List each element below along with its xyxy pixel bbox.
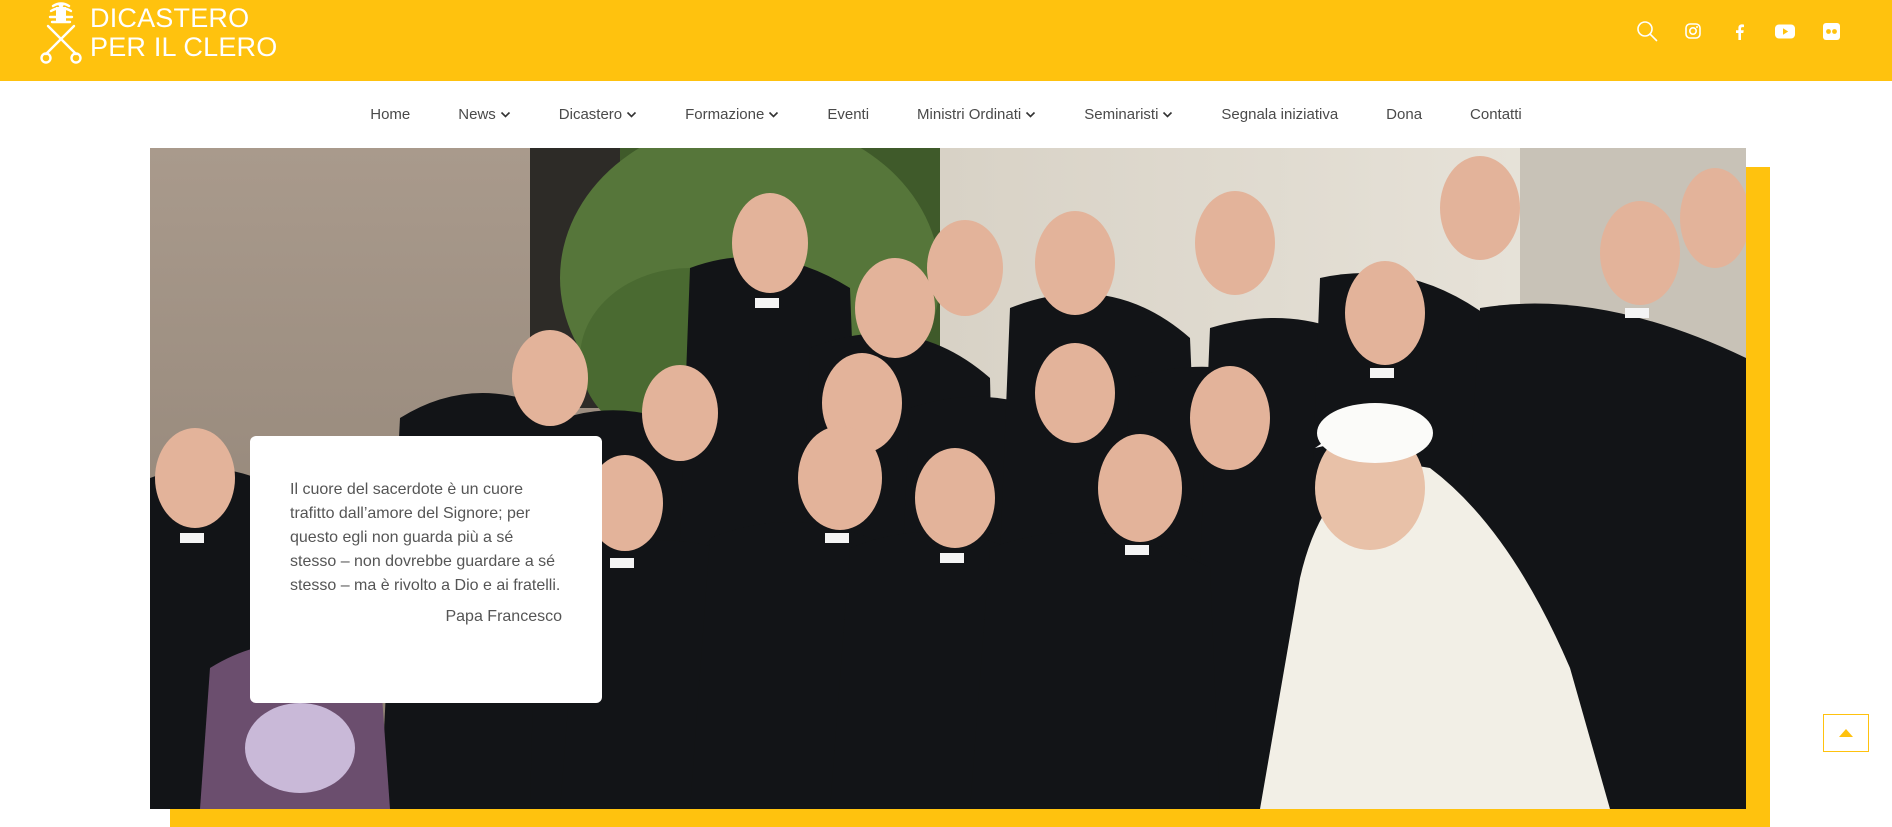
quote-author: Papa Francesco <box>445 608 562 625</box>
header-social-links <box>1636 20 1842 42</box>
brand-line-1: DICASTERO <box>90 3 250 33</box>
nav-item-label: Seminaristi <box>1084 105 1159 123</box>
quote-text: Il cuore del sacerdote è un cuore trafit… <box>290 481 561 594</box>
nav-item-label: Segnala iniziativa <box>1221 105 1339 123</box>
facebook-icon[interactable] <box>1728 20 1750 42</box>
nav-item-news[interactable]: News <box>434 106 535 123</box>
nav-item-home[interactable]: Home <box>346 106 434 123</box>
nav-item-segnala-iniziativa[interactable]: Segnala iniziativa <box>1197 106 1362 123</box>
nav-item-dicastero[interactable]: Dicastero <box>535 106 661 123</box>
instagram-icon[interactable] <box>1682 20 1704 42</box>
scroll-to-top-button[interactable] <box>1823 714 1869 752</box>
nav-item-label: Dicastero <box>558 105 623 123</box>
chevron-down-icon <box>627 111 637 118</box>
chevron-down-icon <box>500 111 510 118</box>
nav-item-dona[interactable]: Dona <box>1362 106 1446 123</box>
chevron-down-icon <box>769 111 779 118</box>
brand-line-2: PER IL CLERO <box>90 32 278 62</box>
nav-item-ministri-ordinati[interactable]: Ministri Ordinati <box>893 106 1060 123</box>
arrow-up-icon <box>1839 729 1853 737</box>
chevron-down-icon <box>1026 111 1036 118</box>
nav-item-label: Contatti <box>1470 105 1522 123</box>
chevron-down-icon <box>1163 111 1173 118</box>
nav-item-label: Home <box>370 105 411 123</box>
nav-item-label: Formazione <box>685 105 765 123</box>
quote-card: Il cuore del sacerdote è un cuore trafit… <box>250 436 602 703</box>
nav-item-formazione[interactable]: Formazione <box>661 106 803 123</box>
nav-item-seminaristi[interactable]: Seminaristi <box>1060 106 1197 123</box>
nav-item-label: News <box>458 105 496 123</box>
site-logo[interactable]: DICASTERO PER IL CLERO <box>38 0 277 66</box>
nav-item-contatti[interactable]: Contatti <box>1446 106 1546 123</box>
brand-name: DICASTERO PER IL CLERO <box>90 4 277 62</box>
youtube-icon[interactable] <box>1774 20 1796 42</box>
flickr-icon[interactable] <box>1820 20 1842 42</box>
nav-item-label: Dona <box>1386 105 1423 123</box>
nav-item-label: Ministri Ordinati <box>917 105 1022 123</box>
main-navigation: Home News Dicastero Formazione Eventi Mi… <box>0 81 1892 147</box>
search-icon[interactable] <box>1636 20 1658 42</box>
nav-item-eventi[interactable]: Eventi <box>803 106 893 123</box>
nav-item-label: Eventi <box>827 105 870 123</box>
papal-keys-emblem-icon <box>40 2 82 64</box>
site-header: DICASTERO PER IL CLERO <box>0 0 1892 81</box>
